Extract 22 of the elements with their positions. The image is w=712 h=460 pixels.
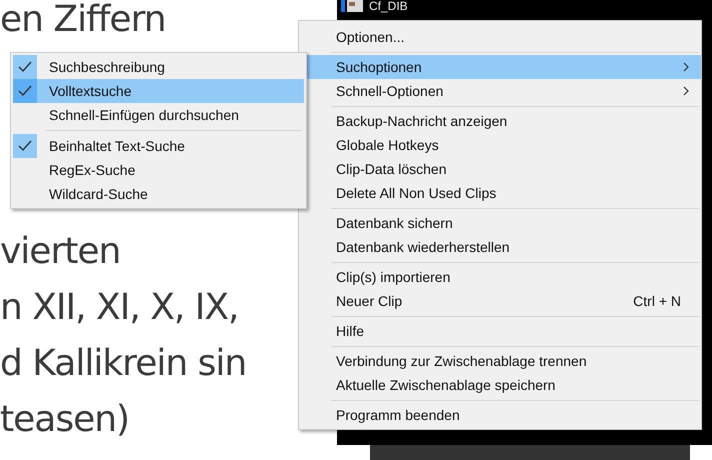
menu-item[interactable]: Wildcard-Suche xyxy=(13,182,304,206)
menu-item[interactable]: Datenbank sichern xyxy=(299,211,701,235)
menu-item[interactable]: RegEx-Suche xyxy=(13,158,304,182)
document-text-line: d Kallikrein sin xyxy=(0,342,246,386)
menu-item[interactable]: Verbindung zur Zwischenablage trennen xyxy=(299,349,701,373)
shortcut-text: Ctrl + N xyxy=(633,293,681,309)
menu-item[interactable]: Programm beenden xyxy=(299,403,701,427)
menu-item[interactable]: Neuer Clip Ctrl + N xyxy=(299,289,701,313)
image-thumbnail-icon xyxy=(341,0,363,12)
menu-item[interactable]: Volltextsuche xyxy=(13,79,304,103)
document-text-line: teasen) xyxy=(0,398,130,442)
menu-item[interactable]: Beinhaltet Text-Suche xyxy=(13,134,304,158)
menu-item[interactable]: Optionen... xyxy=(299,25,701,49)
document-text-line: en Ziffern xyxy=(0,0,166,42)
menu-item[interactable]: Hilfe xyxy=(299,319,701,343)
menu-item[interactable]: Aktuelle Zwischenablage speichern xyxy=(299,373,701,397)
document-text-line: n XII, XI, X, IX, xyxy=(0,286,238,330)
menu-item[interactable]: Schnell-Einfügen durchsuchen xyxy=(13,103,304,127)
clip-label[interactable]: Cf_DIB xyxy=(369,0,408,12)
document-text-line: vierten xyxy=(0,230,120,274)
menu-item[interactable]: Datenbank wiederherstellen xyxy=(299,235,701,259)
menu-item[interactable]: Clip(s) importieren xyxy=(299,265,701,289)
